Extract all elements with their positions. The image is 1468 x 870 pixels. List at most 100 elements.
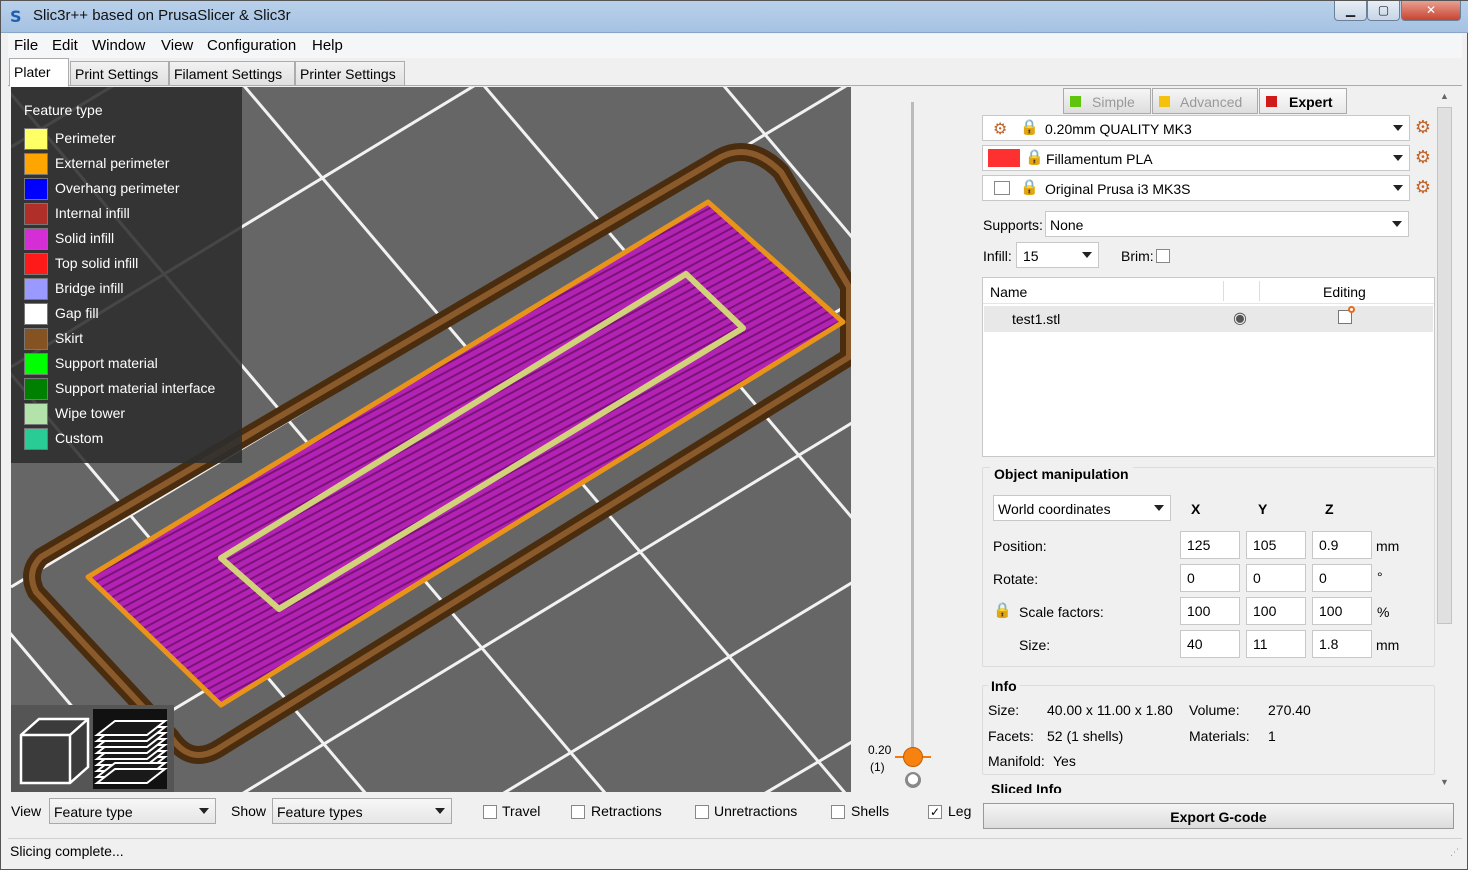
- mode-advanced-button[interactable]: Advanced: [1152, 88, 1258, 114]
- 3d-view-icon[interactable]: [19, 717, 90, 785]
- layer-slider-thumb[interactable]: [903, 747, 923, 767]
- chevron-down-icon: [1392, 221, 1402, 227]
- tab-printer-settings[interactable]: Printer Settings: [295, 61, 405, 86]
- size-x-field[interactable]: 40: [1180, 630, 1240, 658]
- legend-checkbox[interactable]: ✓: [928, 805, 942, 819]
- table-row[interactable]: test1.stl ◉: [984, 306, 1433, 332]
- view-type-combo[interactable]: Feature type: [49, 798, 216, 824]
- mode-expert-button[interactable]: Expert: [1259, 88, 1347, 114]
- minimize-button[interactable]: ▁: [1334, 1, 1367, 21]
- eye-icon[interactable]: ◉: [1233, 308, 1247, 327]
- close-button[interactable]: ✕: [1401, 1, 1461, 21]
- legend-item: Support material interface: [24, 376, 244, 401]
- object-list-header: Name Editing: [983, 278, 1434, 304]
- menu-file[interactable]: File: [14, 37, 38, 54]
- 3d-preview-canvas[interactable]: Feature type Perimeter External perimete…: [11, 87, 851, 792]
- position-y-field[interactable]: 105: [1246, 531, 1306, 559]
- simple-mode-icon: [1070, 96, 1081, 107]
- lock-icon[interactable]: ⬤: [905, 772, 921, 788]
- legend-swatch: [24, 253, 48, 275]
- sidebar-panel: Simple Advanced Expert ⚙ 🔒 0.20mm QUALIT…: [976, 87, 1452, 793]
- scale-z-field[interactable]: 100: [1312, 597, 1372, 625]
- legend-swatch: [24, 278, 48, 300]
- view-type-value: Feature type: [54, 804, 133, 820]
- tab-print-settings[interactable]: Print Settings: [70, 61, 169, 86]
- size-y-field[interactable]: 11: [1246, 630, 1306, 658]
- scroll-thumb[interactable]: [1437, 107, 1452, 624]
- retractions-checkbox[interactable]: [571, 805, 585, 819]
- menu-window[interactable]: Window: [92, 37, 145, 54]
- show-features-combo[interactable]: Feature types: [272, 798, 452, 824]
- menu-bar: File Edit Window View Configuration Help: [8, 34, 1462, 58]
- rotate-y-field[interactable]: 0: [1246, 564, 1306, 592]
- position-unit: mm: [1376, 538, 1400, 554]
- supports-combo[interactable]: None: [1045, 211, 1409, 237]
- info-manifold-label: Manifold:: [988, 753, 1045, 769]
- printer-preset-gear-icon[interactable]: ⚙: [1413, 179, 1433, 199]
- maximize-button[interactable]: ▢: [1367, 1, 1400, 21]
- supports-label: Supports:: [983, 217, 1043, 233]
- legend-swatch: [24, 353, 48, 375]
- column-editing-header[interactable]: Editing: [1323, 284, 1366, 300]
- rotate-x-field[interactable]: 0: [1180, 564, 1240, 592]
- position-z-field[interactable]: 0.9: [1312, 531, 1372, 559]
- print-preset-gear-icon[interactable]: ⚙: [1413, 119, 1433, 139]
- column-name-header[interactable]: Name: [990, 284, 1027, 300]
- brim-checkbox[interactable]: [1156, 249, 1170, 263]
- mode-advanced-label: Advanced: [1180, 94, 1243, 110]
- sidebar-scrollbar[interactable]: ▲ ▼: [1436, 87, 1453, 793]
- scale-lock-icon[interactable]: 🔒: [993, 601, 1012, 619]
- info-manifold-value: Yes: [1053, 753, 1076, 769]
- legend-item: Solid infill: [24, 226, 244, 251]
- printer-preset-combo[interactable]: 🔒 Original Prusa i3 MK3S: [982, 175, 1410, 201]
- filament-preset-combo[interactable]: 🔒 Fillamentum PLA: [982, 145, 1410, 171]
- coordinate-system-value: World coordinates: [998, 501, 1111, 517]
- chevron-down-icon: [435, 808, 445, 814]
- coordinate-system-combo[interactable]: World coordinates: [993, 495, 1171, 521]
- menu-configuration[interactable]: Configuration: [207, 37, 296, 54]
- legend-swatch: [24, 128, 48, 150]
- filament-color-swatch[interactable]: [988, 149, 1020, 167]
- mode-simple-button[interactable]: Simple: [1063, 88, 1151, 114]
- legend-label: Skirt: [55, 330, 83, 346]
- legend-swatch: [24, 403, 48, 425]
- resize-grip-icon[interactable]: ⋰: [1450, 847, 1459, 858]
- scale-x-field[interactable]: 100: [1180, 597, 1240, 625]
- retractions-label: Retractions: [591, 803, 662, 819]
- legend-label: Support material: [55, 355, 158, 371]
- layers-preview-icon[interactable]: [93, 709, 168, 789]
- unretractions-checkbox[interactable]: [695, 805, 709, 819]
- legend-label: Gap fill: [55, 305, 99, 321]
- sliced-info-title: Sliced Info: [991, 783, 1062, 793]
- layer-slider-track[interactable]: [911, 102, 914, 757]
- infill-label: Infill:: [983, 248, 1012, 264]
- legend-label: External perimeter: [55, 155, 170, 171]
- column-divider: [1259, 281, 1260, 301]
- scroll-down-icon[interactable]: ▼: [1440, 777, 1449, 787]
- export-gcode-button[interactable]: Export G-code: [983, 803, 1454, 829]
- tab-filament-settings[interactable]: Filament Settings: [169, 61, 295, 86]
- info-volume-value: 270.40: [1268, 702, 1311, 718]
- shells-checkbox[interactable]: [831, 805, 845, 819]
- print-preset-value: 0.20mm QUALITY MK3: [1045, 121, 1192, 137]
- scroll-up-icon[interactable]: ▲: [1440, 91, 1449, 101]
- position-label: Position:: [993, 538, 1047, 554]
- legend-label: Solid infill: [55, 230, 115, 246]
- menu-help[interactable]: Help: [312, 37, 343, 54]
- size-z-field[interactable]: 1.8: [1312, 630, 1372, 658]
- menu-view[interactable]: View: [161, 37, 193, 54]
- position-x-field[interactable]: 125: [1180, 531, 1240, 559]
- filament-preset-gear-icon[interactable]: ⚙: [1413, 149, 1433, 169]
- infill-combo[interactable]: 15: [1016, 242, 1099, 268]
- expert-mode-icon: [1266, 96, 1277, 107]
- rotate-z-field[interactable]: 0: [1312, 564, 1372, 592]
- travel-checkbox[interactable]: [483, 805, 497, 819]
- scale-y-field[interactable]: 100: [1246, 597, 1306, 625]
- legend-label: Top solid infill: [55, 255, 139, 271]
- tab-plater[interactable]: Plater: [9, 58, 69, 87]
- tab-bar: Plater Print Settings Filament Settings …: [8, 58, 1462, 87]
- feature-type-legend: Feature type Perimeter External perimete…: [11, 87, 242, 463]
- legend-item: Wipe tower: [24, 401, 244, 426]
- menu-edit[interactable]: Edit: [52, 37, 78, 54]
- print-preset-combo[interactable]: ⚙ 🔒 0.20mm QUALITY MK3: [982, 115, 1410, 141]
